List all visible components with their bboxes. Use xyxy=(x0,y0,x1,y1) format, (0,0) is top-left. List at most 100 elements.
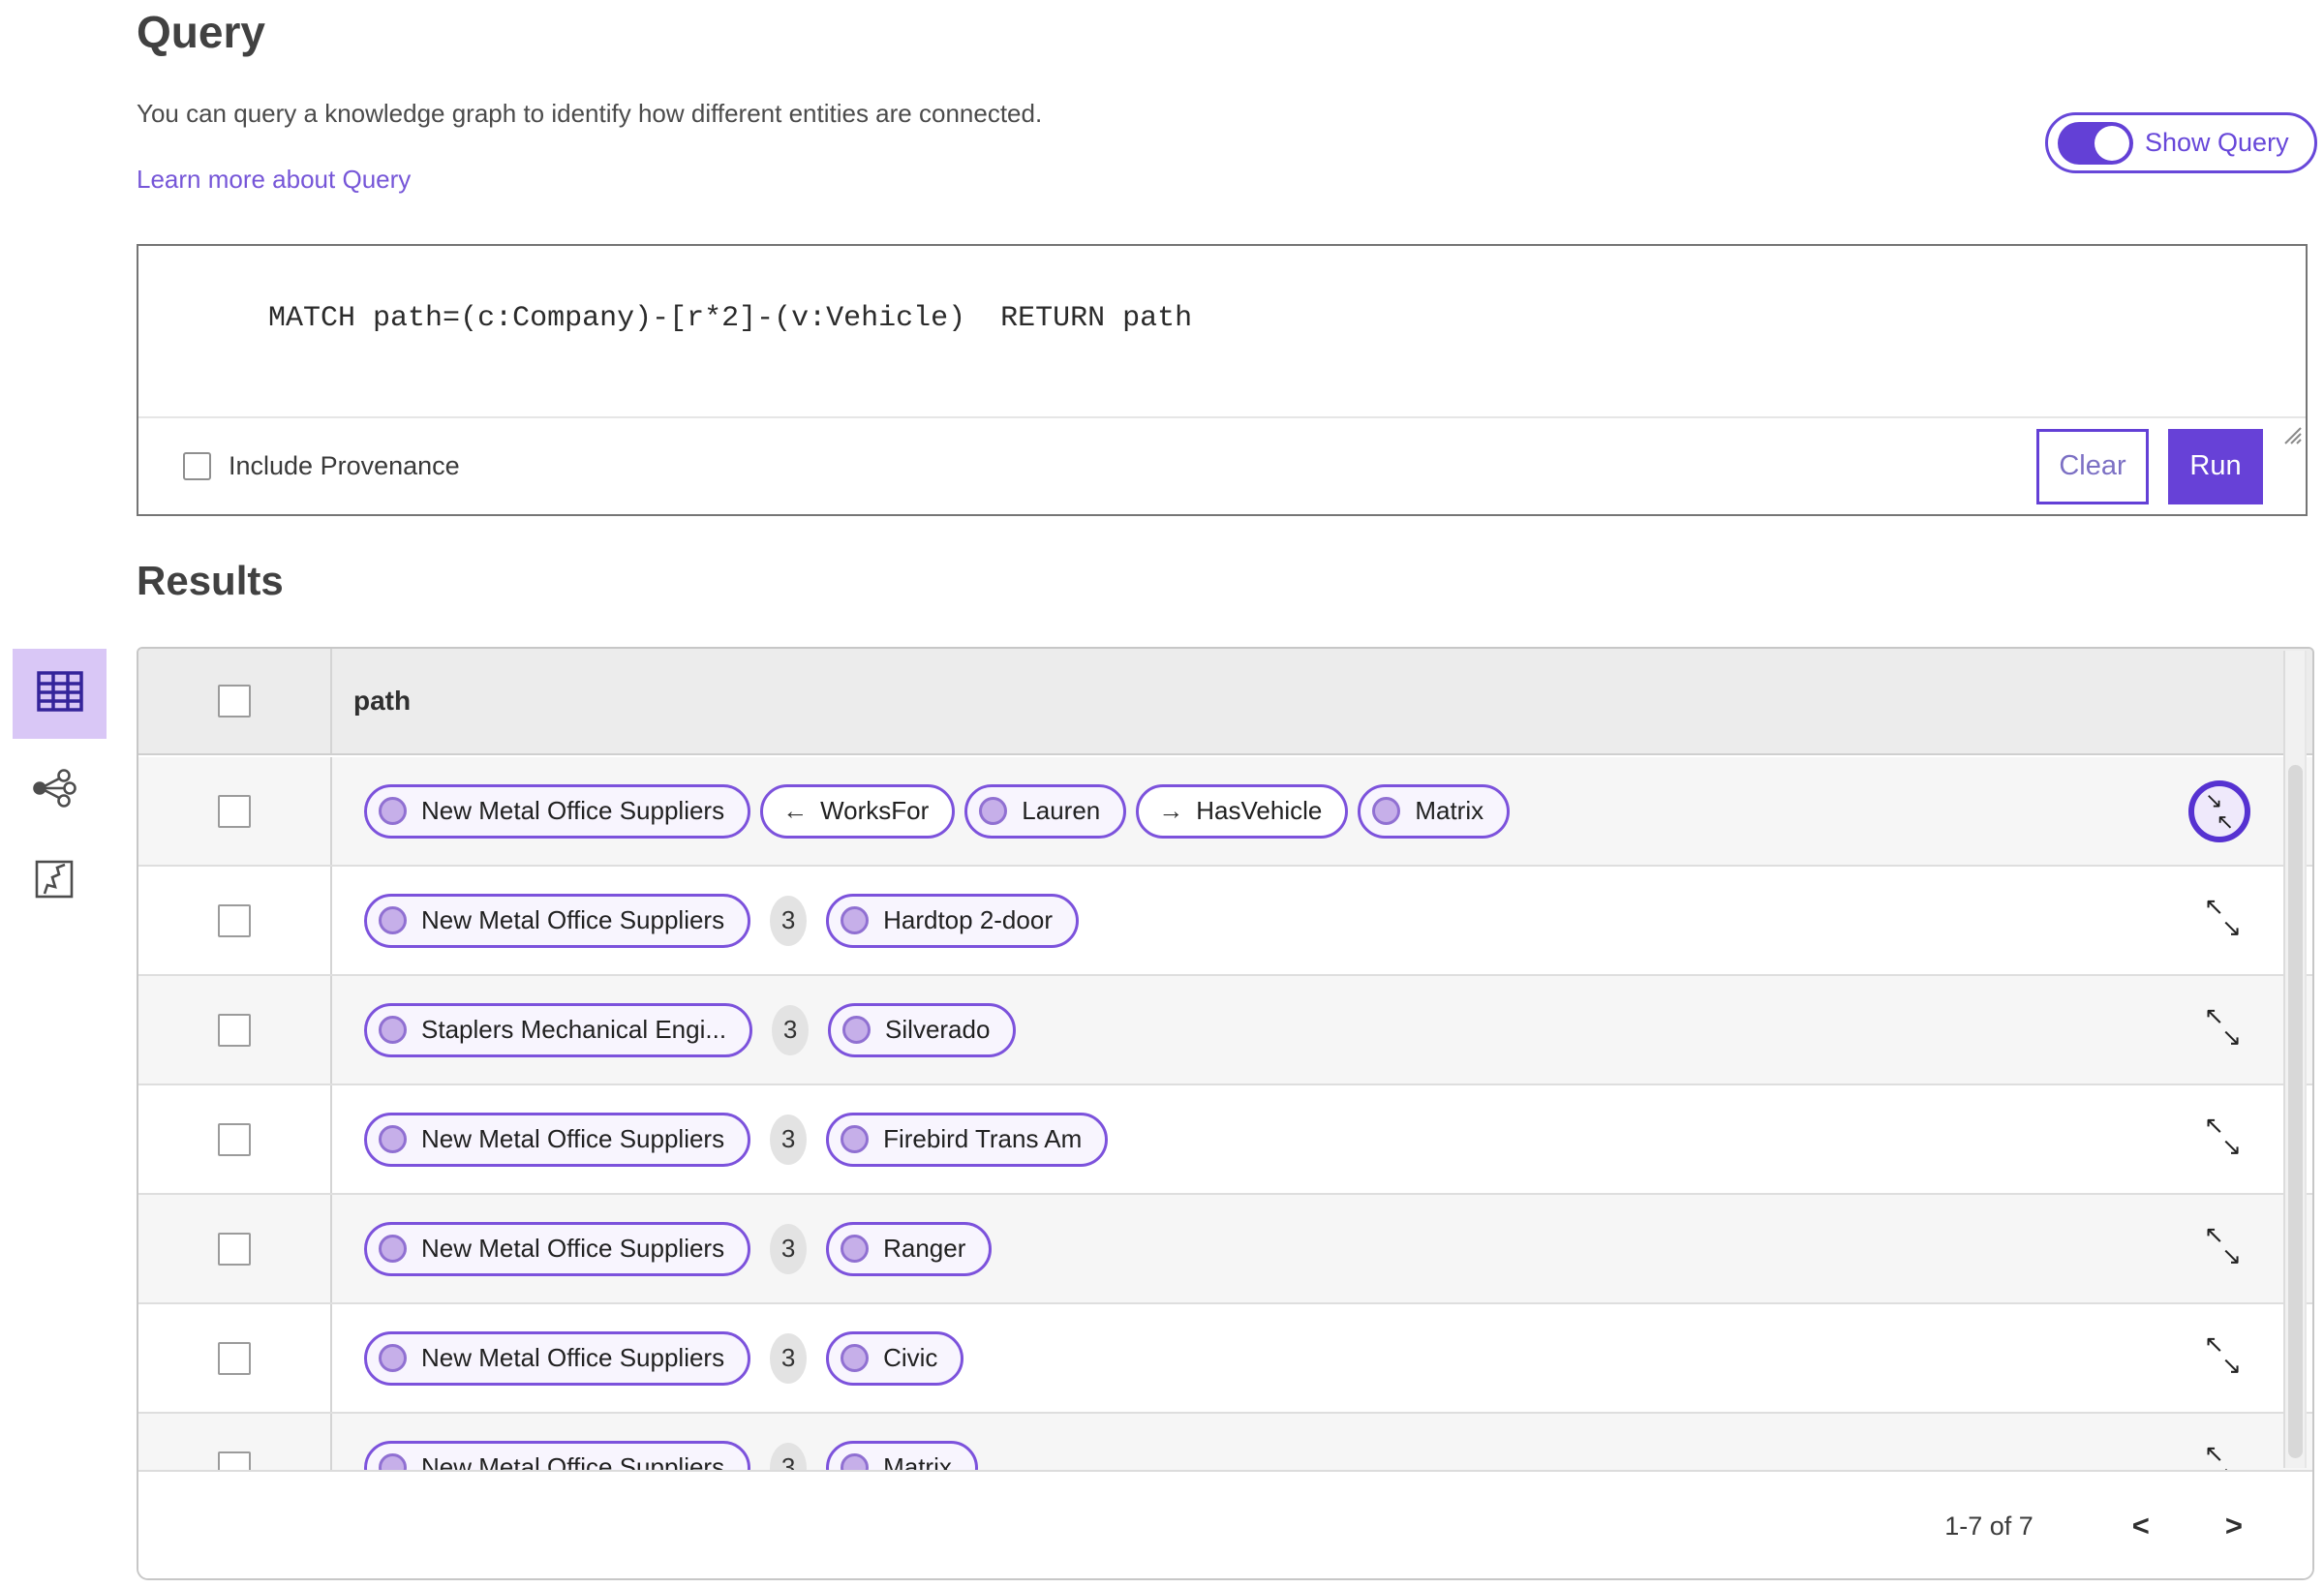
node-pill[interactable]: Firebird Trans Am xyxy=(826,1112,1109,1167)
learn-more-link[interactable]: Learn more about Query xyxy=(137,165,411,195)
select-all-checkbox[interactable] xyxy=(218,685,251,718)
expand-row-button[interactable]: ↖↘ xyxy=(2204,1002,2250,1052)
arrow-icon: ↘ xyxy=(2221,1133,2242,1160)
expand-row-button[interactable]: ↖↘ xyxy=(2204,1330,2250,1380)
row-checkbox[interactable] xyxy=(218,903,251,937)
node-circle-icon xyxy=(379,797,407,825)
node-pill[interactable]: Ranger xyxy=(826,1221,993,1276)
table-scrollbar[interactable] xyxy=(2283,651,2307,1468)
table-row: New Metal Office Suppliers 3 Ranger ↖ ↘ xyxy=(138,1195,2312,1304)
arrow-icon: ↘ xyxy=(2221,1242,2242,1269)
include-provenance-option[interactable]: Include Provenance xyxy=(183,451,460,481)
hop-count-badge: 3 xyxy=(770,1223,808,1274)
table-row: New Metal Office Suppliers 3 Firebird Tran… xyxy=(138,1085,2312,1195)
view-switcher-graph[interactable] xyxy=(24,759,84,819)
edge-label: WorksFor xyxy=(820,796,930,825)
node-circle-icon xyxy=(842,1016,872,1044)
edge-pill[interactable]: ← WorksFor xyxy=(760,783,956,839)
arrow-icon: ↘ xyxy=(2221,914,2242,941)
expand-row-button[interactable]: ↖↘ xyxy=(2204,893,2250,942)
node-pill[interactable]: Matrix xyxy=(1358,783,1511,839)
path-cell: New Metal Office Suppliers 3 Ranger xyxy=(332,1195,2312,1302)
node-label: Matrix xyxy=(883,1452,952,1470)
node-pill[interactable]: Silverado xyxy=(828,1002,1017,1057)
query-actions-bar: Include Provenance Clear Run xyxy=(138,416,2306,514)
node-pill[interactable]: New Metal Office Suppliers xyxy=(364,1330,751,1386)
node-pill[interactable]: Lauren xyxy=(964,783,1127,839)
node-label: Firebird Trans Am xyxy=(883,1124,1083,1153)
path-cell: New Metal Office Suppliers 3 Hardtop 2-doo… xyxy=(332,867,2312,974)
hop-count-badge: 3 xyxy=(770,1332,808,1384)
expand-row-button[interactable]: ↖↘ xyxy=(2204,1221,2250,1270)
edge-pill[interactable]: → HasVehicle xyxy=(1136,783,1349,839)
row-tools: ↖↘ xyxy=(2204,893,2250,947)
row-checkbox-cell xyxy=(138,1195,332,1302)
clear-button[interactable]: Clear xyxy=(2036,428,2149,504)
expand-row-button[interactable]: ↖↘ xyxy=(2204,1440,2250,1470)
row-checkbox[interactable] xyxy=(218,1122,251,1156)
row-checkbox[interactable] xyxy=(218,1013,251,1047)
table-row: New Metal Office Suppliers 3 Civic ↖ ↘ xyxy=(138,1304,2312,1414)
row-tools: ↖↘ xyxy=(2204,1440,2250,1470)
node-pill[interactable]: Matrix xyxy=(826,1440,978,1470)
include-provenance-checkbox[interactable] xyxy=(183,452,211,480)
map-view-icon xyxy=(33,858,76,903)
node-pill[interactable]: Civic xyxy=(826,1330,964,1386)
row-checkbox-cell xyxy=(138,1304,332,1412)
path-cell: New Metal Office Suppliers 3 Firebird Tran… xyxy=(332,1085,2312,1193)
path-cell: New Metal Office Suppliers 3 Matrix xyxy=(332,1414,2312,1470)
toggle-switch-icon[interactable] xyxy=(2058,121,2133,165)
hop-count-badge: 3 xyxy=(770,1114,808,1165)
row-checkbox-cell xyxy=(138,1414,332,1470)
view-switcher-map[interactable] xyxy=(24,850,84,910)
node-label: Silverado xyxy=(885,1015,991,1044)
node-pill[interactable]: New Metal Office Suppliers xyxy=(364,783,751,839)
query-text: MATCH path=(c:Company)-[r*2]-(v:Vehicle)… xyxy=(268,302,1193,335)
hop-count-badge: 3 xyxy=(772,1004,810,1055)
node-label: New Metal Office Suppliers xyxy=(421,1452,725,1470)
node-pill[interactable]: Staplers Mechanical Engi... xyxy=(364,1002,753,1057)
pagination-prev-button[interactable]: < xyxy=(2119,1503,2163,1549)
table-row: New Metal Office Suppliers 3 Hardtop 2-doo… xyxy=(138,867,2312,976)
node-pill[interactable]: New Metal Office Suppliers xyxy=(364,1221,751,1276)
node-label: Matrix xyxy=(1415,796,1484,825)
pagination-range: 1-7 of 7 xyxy=(1944,1511,2034,1541)
node-circle-icon xyxy=(841,1453,870,1470)
row-checkbox-cell xyxy=(138,976,332,1084)
row-tools: ↖↘ xyxy=(2204,1002,2250,1056)
show-query-toggle[interactable]: Show Query xyxy=(2045,112,2317,173)
node-pill[interactable]: New Metal Office Suppliers xyxy=(364,1112,751,1167)
pagination-next-button[interactable]: > xyxy=(2212,1503,2256,1549)
collapse-row-button[interactable]: ↘ ↖ xyxy=(2188,779,2250,842)
node-circle-icon xyxy=(379,1453,407,1470)
row-checkbox-cell xyxy=(138,1085,332,1193)
node-pill[interactable]: Hardtop 2-door xyxy=(826,893,1079,948)
node-circle-icon xyxy=(841,1125,870,1153)
path-cell: New Metal Office Suppliers ← WorksFor Laure… xyxy=(332,757,2312,865)
row-tools: ↖↘ xyxy=(2204,1221,2250,1275)
node-circle-icon xyxy=(841,906,870,934)
scrollbar-thumb[interactable] xyxy=(2288,765,2303,1458)
row-checkbox[interactable] xyxy=(218,1232,251,1266)
node-pill[interactable]: New Metal Office Suppliers xyxy=(364,893,751,948)
arrow-icon: ↘ xyxy=(2221,1023,2242,1051)
row-checkbox[interactable] xyxy=(218,1341,251,1375)
view-switcher-table[interactable] xyxy=(13,649,107,739)
query-panel: MATCH path=(c:Company)-[r*2]-(v:Vehicle)… xyxy=(137,244,2308,516)
results-title: Results xyxy=(137,558,284,603)
arrow-icon: ↘ xyxy=(2221,1352,2242,1379)
row-checkbox[interactable] xyxy=(218,1451,251,1470)
query-input[interactable]: MATCH path=(c:Company)-[r*2]-(v:Vehicle)… xyxy=(138,246,2306,444)
table-header: path xyxy=(138,649,2312,755)
run-button[interactable]: Run xyxy=(2168,428,2263,504)
row-checkbox[interactable] xyxy=(218,794,251,828)
expand-row-button[interactable]: ↖↘ xyxy=(2204,1112,2250,1161)
toggle-knob xyxy=(2095,125,2129,161)
node-label: New Metal Office Suppliers xyxy=(421,905,725,934)
results-table: path New Metal Office Suppliers ← WorksFor… xyxy=(137,647,2314,1580)
node-pill[interactable]: New Metal Office Suppliers xyxy=(364,1440,751,1470)
row-checkbox-cell xyxy=(138,867,332,974)
row-tools: ↘ ↖ xyxy=(2188,779,2250,842)
page-title: Query xyxy=(137,7,265,57)
table-view-icon xyxy=(36,670,84,718)
